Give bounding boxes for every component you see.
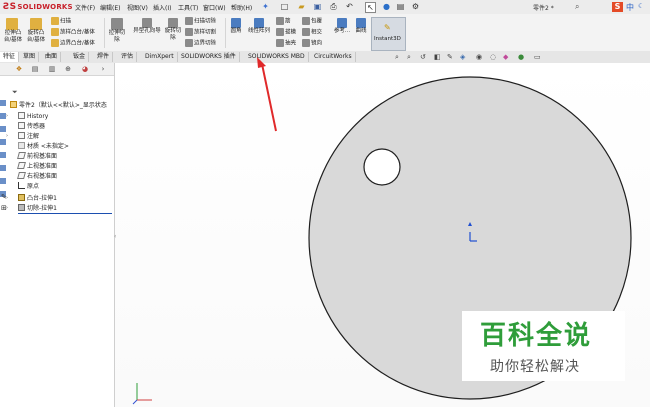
reference-triad-icon: [132, 383, 152, 405]
cut-hole[interactable]: [363, 148, 401, 186]
annotation-arrow: [257, 57, 277, 132]
watermark-subtitle: 助你轻松解决: [490, 359, 580, 375]
watermark-title: 百科全说: [480, 321, 593, 351]
watermark-box: 百科全说 助你轻松解决: [462, 311, 625, 381]
